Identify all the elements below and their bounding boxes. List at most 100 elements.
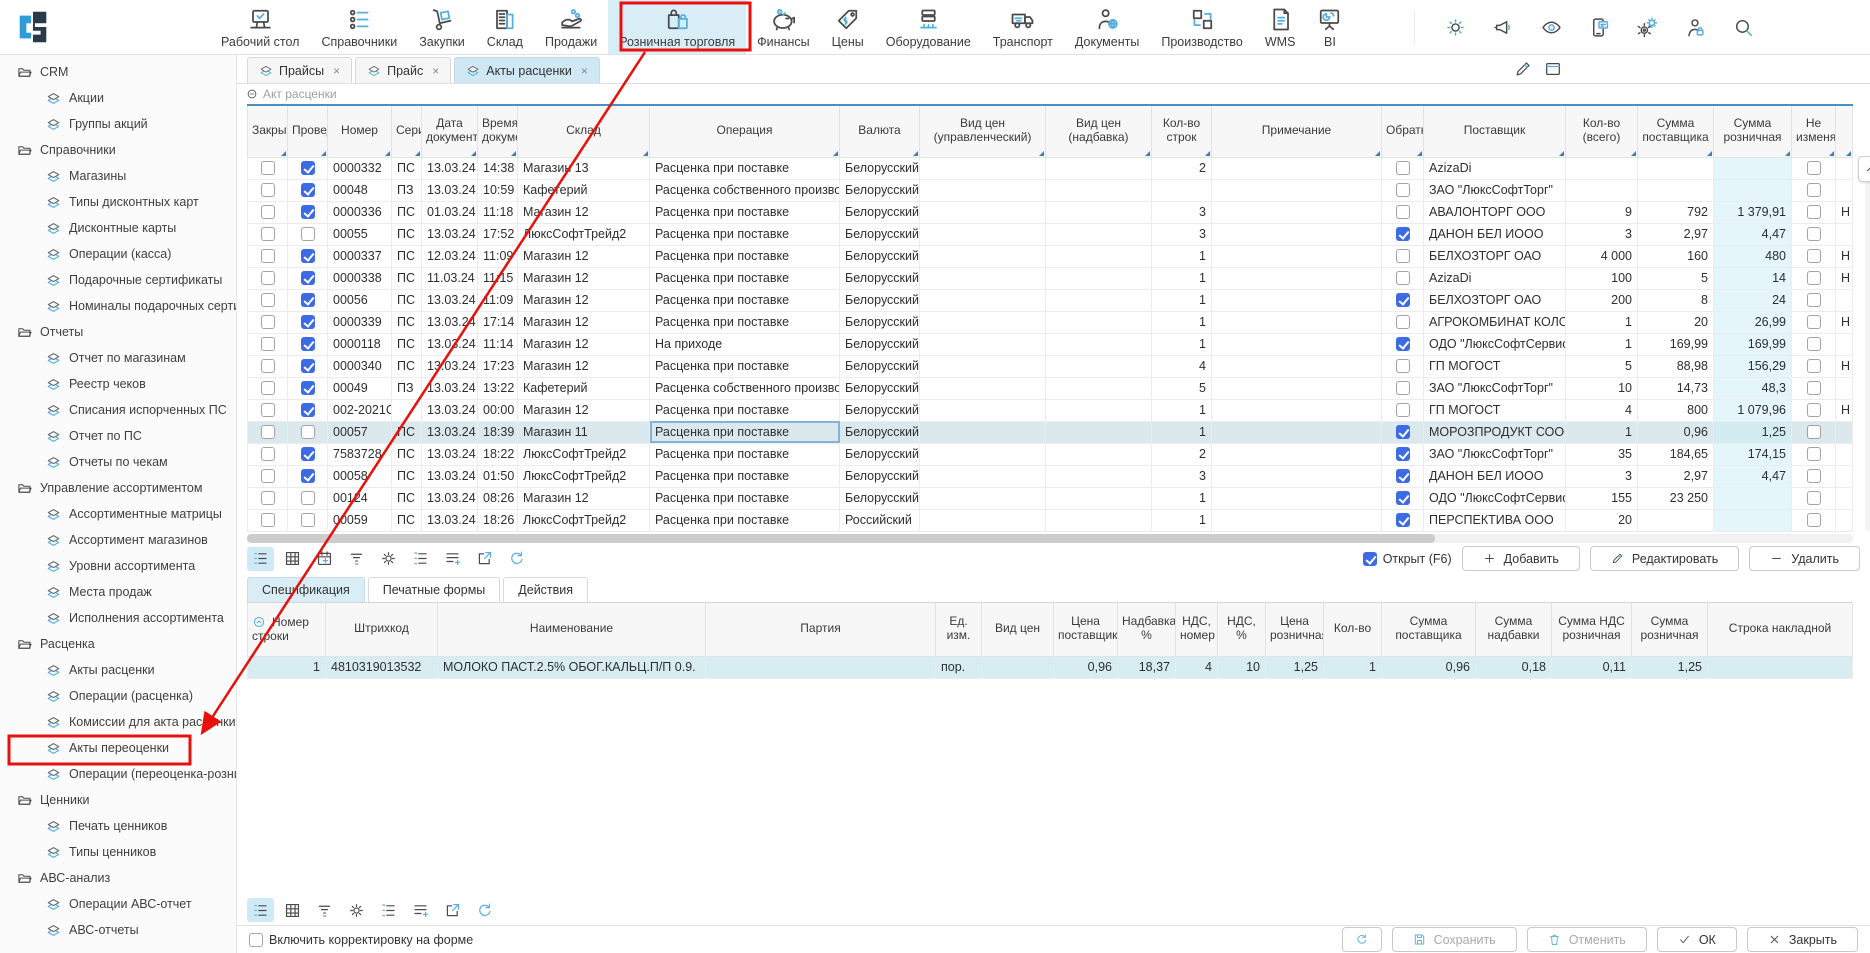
cell-date[interactable]: 13.03.24 xyxy=(422,333,478,355)
cell-pricetype-mgmt[interactable] xyxy=(920,289,1046,311)
cell-time[interactable]: 11:14 xyxy=(478,333,518,355)
cell-reverse[interactable] xyxy=(1382,465,1424,487)
col-qty-total[interactable]: Кол-во (всего) xyxy=(1566,105,1638,157)
cell-warehouse[interactable]: Магазин 12 xyxy=(518,289,650,311)
cell-closed[interactable] xyxy=(248,201,288,223)
closed-checkbox[interactable] xyxy=(261,315,275,329)
cell-sum-supplier[interactable] xyxy=(1638,509,1714,531)
cell-reverse[interactable] xyxy=(1382,201,1424,223)
cell-line-count[interactable]: 2 xyxy=(1152,443,1212,465)
toolbar-item[interactable]: Продажи xyxy=(534,0,608,54)
cell-posted[interactable] xyxy=(288,487,328,509)
cell-warehouse[interactable]: Кафетерий xyxy=(518,179,650,201)
reverse-checkbox[interactable] xyxy=(1396,337,1410,351)
cell-unit[interactable]: пор. xyxy=(936,656,982,678)
reverse-checkbox[interactable] xyxy=(1396,161,1410,175)
cell-currency[interactable]: Белорусский xyxy=(840,179,920,201)
cell-extra[interactable] xyxy=(1836,509,1853,531)
spec-col-barcode[interactable]: Штрихкод xyxy=(326,602,438,656)
col-date[interactable]: Дата документа xyxy=(422,105,478,157)
grid-toolbar-button[interactable] xyxy=(247,898,274,922)
open-checkbox-box[interactable] xyxy=(1363,552,1377,566)
cell-number[interactable]: 00124 xyxy=(328,487,392,509)
cell-warehouse[interactable]: ЛюксСофтТрейд2 xyxy=(518,509,650,531)
cell-pricetype-mgmt[interactable] xyxy=(920,179,1046,201)
sidebar-item[interactable]: Операции (переоценка-розница) xyxy=(0,761,236,787)
cell-reverse[interactable] xyxy=(1382,421,1424,443)
document-tab[interactable]: Прайс × xyxy=(355,57,451,83)
cell-warehouse[interactable]: Магазин 12 xyxy=(518,201,650,223)
cell-time[interactable]: 11:09 xyxy=(478,245,518,267)
cell-qty-total[interactable]: 200 xyxy=(1566,289,1638,311)
toolbar-item[interactable]: Розничная торговля xyxy=(608,0,746,54)
posted-checkbox[interactable] xyxy=(301,491,315,505)
cell-series[interactable] xyxy=(392,399,422,421)
detail-tab[interactable]: Действия xyxy=(503,577,588,602)
refresh-button[interactable] xyxy=(1342,927,1382,952)
cell-pricetype-mgmt[interactable] xyxy=(920,355,1046,377)
cell-closed[interactable] xyxy=(248,311,288,333)
sidebar-item[interactable]: Ценники xyxy=(0,787,236,813)
toolbar-item[interactable]: Финансы xyxy=(746,0,820,54)
cell-pricetype-mgmt[interactable] xyxy=(920,377,1046,399)
cell-line-count[interactable]: 5 xyxy=(1152,377,1212,399)
cell-reverse[interactable] xyxy=(1382,267,1424,289)
sidebar-item[interactable]: Комиссии для акта расценки xyxy=(0,709,236,735)
cell-price-retail[interactable]: 1,25 xyxy=(1266,656,1324,678)
cell-currency[interactable]: Белорусский xyxy=(840,223,920,245)
reverse-checkbox[interactable] xyxy=(1396,491,1410,505)
grid-toolbar-button[interactable] xyxy=(439,898,466,922)
cell-sum-supplier[interactable] xyxy=(1638,179,1714,201)
cell-currency[interactable]: Белорусский xyxy=(840,487,920,509)
col-sum-retail[interactable]: Сумма розничная xyxy=(1714,105,1792,157)
cell-extra[interactable] xyxy=(1836,157,1853,179)
cell-no-change[interactable] xyxy=(1792,245,1836,267)
cell-sum-retail[interactable]: 1,25 xyxy=(1632,656,1708,678)
cell-pricetype-markup[interactable] xyxy=(1046,333,1152,355)
cell-time[interactable]: 01:50 xyxy=(478,465,518,487)
cell-qty-total[interactable]: 35 xyxy=(1566,443,1638,465)
toolbar-item[interactable]: Документы xyxy=(1064,0,1150,54)
cell-reverse[interactable] xyxy=(1382,487,1424,509)
reverse-checkbox[interactable] xyxy=(1396,513,1410,527)
cell-operation[interactable]: Расценка при поставке xyxy=(650,311,840,333)
document-row[interactable]: 002-2021С 13.03.24 00:00 Магазин 12 Расц… xyxy=(248,399,1853,421)
cell-time[interactable]: 08:26 xyxy=(478,487,518,509)
cell-line-count[interactable]: 1 xyxy=(1152,289,1212,311)
sidebar-item[interactable]: Места продаж xyxy=(0,579,236,605)
cell-currency[interactable]: Белорусский xyxy=(840,311,920,333)
cell-warehouse[interactable]: ЛюксСофтТрейд2 xyxy=(518,223,650,245)
cell-qty-total[interactable]: 1 xyxy=(1566,333,1638,355)
cell-note[interactable] xyxy=(1212,179,1382,201)
grid-toolbar-button[interactable] xyxy=(343,547,370,571)
detail-tab[interactable]: Печатные формы xyxy=(368,577,501,602)
closed-checkbox[interactable] xyxy=(261,293,275,307)
posted-checkbox[interactable] xyxy=(301,227,315,241)
cell-no-change[interactable] xyxy=(1792,509,1836,531)
cell-no-change[interactable] xyxy=(1792,443,1836,465)
cell-line-count[interactable]: 1 xyxy=(1152,509,1212,531)
cell-series[interactable]: ПС xyxy=(392,311,422,333)
sidebar-item[interactable]: Номиналы подарочных сертификатов xyxy=(0,293,236,319)
cell-pricetype-mgmt[interactable] xyxy=(920,509,1046,531)
cell-sum-supplier[interactable]: 800 xyxy=(1638,399,1714,421)
document-row[interactable]: 00059 ПС 13.03.24 18:26 ЛюксСофтТрейд2 Р… xyxy=(248,509,1853,531)
cell-posted[interactable] xyxy=(288,311,328,333)
no-change-checkbox[interactable] xyxy=(1807,183,1821,197)
closed-checkbox[interactable] xyxy=(261,337,275,351)
cell-reverse[interactable] xyxy=(1382,355,1424,377)
sidebar-item[interactable]: CRM xyxy=(0,59,236,85)
cell-sum-retail[interactable]: 24 xyxy=(1714,289,1792,311)
cell-batch[interactable] xyxy=(706,656,936,678)
cell-pricetype-mgmt[interactable] xyxy=(920,245,1046,267)
cell-extra[interactable] xyxy=(1836,179,1853,201)
vertical-scrollbar[interactable] xyxy=(1865,158,1870,531)
spec-col-price-supplier[interactable]: Цена поставщика xyxy=(1054,602,1118,656)
cell-note[interactable] xyxy=(1212,333,1382,355)
cell-time[interactable]: 11:18 xyxy=(478,201,518,223)
cell-sum-retail[interactable]: 14 xyxy=(1714,267,1792,289)
cell-time[interactable]: 17:14 xyxy=(478,311,518,333)
col-pricetype-mgmt[interactable]: Вид цен (управленческий) xyxy=(920,105,1046,157)
adjust-on-form-checkbox[interactable]: Включить корректировку на форме xyxy=(249,933,473,947)
edit-button[interactable]: Редактировать xyxy=(1590,546,1739,571)
